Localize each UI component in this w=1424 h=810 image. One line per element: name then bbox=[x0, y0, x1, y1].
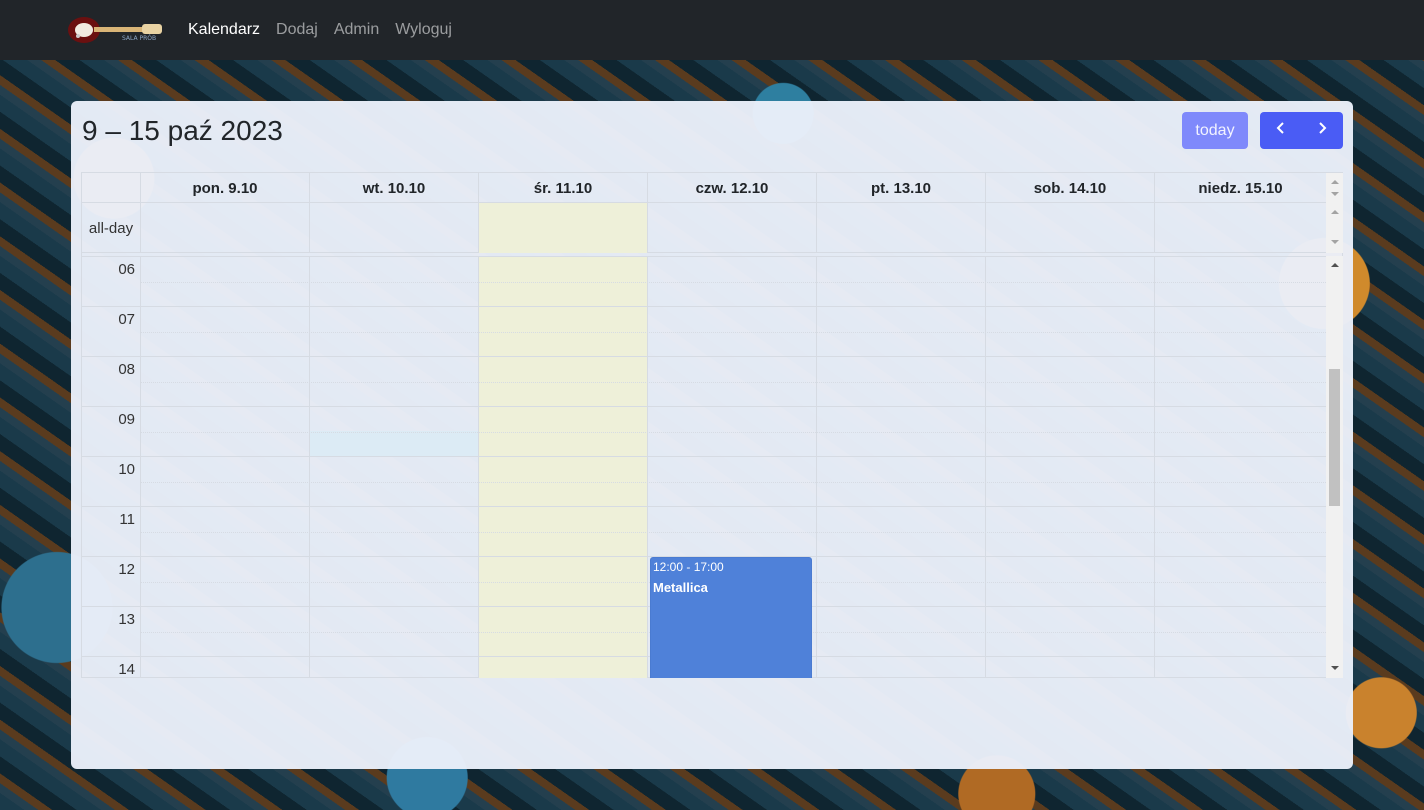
day-header-tue: wt. 10.10 bbox=[309, 173, 478, 203]
allday-cell[interactable] bbox=[140, 203, 309, 253]
allday-label: all-day bbox=[88, 219, 134, 237]
hour-label: 12 bbox=[118, 561, 135, 578]
allday-cell[interactable] bbox=[309, 203, 478, 253]
prev-button[interactable] bbox=[1260, 112, 1302, 149]
hour-line bbox=[82, 506, 1326, 507]
calendar-title: 9 – 15 paź 2023 bbox=[82, 115, 283, 146]
day-header-sat: sob. 14.10 bbox=[985, 173, 1154, 203]
nav-button-group bbox=[1260, 112, 1343, 149]
hour-line bbox=[82, 456, 1326, 457]
next-button[interactable] bbox=[1302, 112, 1344, 149]
day-column[interactable] bbox=[1154, 257, 1326, 678]
half-hour-line bbox=[140, 432, 1326, 433]
day-column-today[interactable] bbox=[478, 257, 647, 678]
event-time: 12:00 - 17:00 bbox=[653, 560, 724, 574]
half-hour-line bbox=[140, 332, 1326, 333]
nav-links: Kalendarz Dodaj Admin Wyloguj bbox=[188, 0, 452, 60]
hour-label: 13 bbox=[118, 611, 135, 628]
hour-line bbox=[82, 356, 1326, 357]
week-grid: pon. 9.10 wt. 10.10 śr. 11.10 czw. 12.10… bbox=[81, 172, 1343, 678]
day-header-mon: pon. 9.10 bbox=[140, 173, 309, 203]
day-header-fri: pt. 13.10 bbox=[816, 173, 985, 203]
hour-label: 06 bbox=[118, 261, 135, 278]
calendar-card: 9 – 15 paź 2023 today pon. 9.10 wt. 10.1… bbox=[71, 101, 1353, 769]
day-header-wed: śr. 11.10 bbox=[478, 173, 647, 203]
allday-cell[interactable] bbox=[1154, 203, 1326, 253]
nav-link-dodaj[interactable]: Dodaj bbox=[276, 21, 318, 39]
hour-label: 07 bbox=[118, 311, 135, 328]
hour-line bbox=[82, 306, 1326, 307]
scroll-down-icon[interactable] bbox=[1326, 235, 1343, 249]
slot-highlight bbox=[310, 431, 478, 456]
hour-line bbox=[82, 406, 1326, 407]
day-column[interactable] bbox=[816, 257, 985, 678]
day-column[interactable] bbox=[140, 257, 309, 678]
guitar-logo[interactable]: SALA PRÓB bbox=[64, 12, 166, 48]
event-title: Metallica bbox=[653, 580, 708, 595]
hour-label: 11 bbox=[119, 511, 135, 528]
day-header-thu: czw. 12.10 bbox=[647, 173, 816, 203]
chevron-left-icon bbox=[1274, 121, 1288, 140]
allday-row: all-day bbox=[82, 203, 1326, 253]
half-hour-line bbox=[140, 282, 1326, 283]
half-hour-line bbox=[140, 382, 1326, 383]
time-grid-body[interactable]: 06 07 08 09 10 11 12 13 14 12:00 - 17:00… bbox=[82, 256, 1326, 678]
hour-label: 14 bbox=[118, 661, 135, 678]
day-header-sun: niedz. 15.10 bbox=[1154, 173, 1326, 203]
half-hour-line bbox=[140, 532, 1326, 533]
scroll-up-icon[interactable] bbox=[1326, 258, 1343, 272]
scroll-up-icon[interactable] bbox=[1326, 205, 1343, 219]
body-scrollbar[interactable] bbox=[1326, 256, 1343, 678]
hour-label: 09 bbox=[118, 411, 135, 428]
scrollbar-thumb[interactable] bbox=[1329, 369, 1340, 506]
scroll-down-icon[interactable] bbox=[1326, 661, 1343, 675]
allday-cell[interactable] bbox=[647, 203, 816, 253]
allday-cell[interactable] bbox=[816, 203, 985, 253]
day-column[interactable] bbox=[985, 257, 1154, 678]
logo-caption: SALA PRÓB bbox=[122, 35, 157, 42]
day-column[interactable] bbox=[309, 257, 478, 678]
calendar-event[interactable]: 12:00 - 17:00 Metallica bbox=[650, 557, 812, 678]
allday-cell[interactable] bbox=[985, 203, 1154, 253]
today-button[interactable]: today bbox=[1182, 112, 1248, 149]
hour-label: 08 bbox=[118, 361, 135, 378]
chevron-right-icon bbox=[1315, 121, 1329, 140]
nav-link-wyloguj[interactable]: Wyloguj bbox=[395, 21, 452, 39]
scroll-down-icon[interactable] bbox=[1326, 187, 1343, 201]
navbar: SALA PRÓB Kalendarz Dodaj Admin Wyloguj bbox=[0, 0, 1424, 60]
allday-cell-today[interactable] bbox=[478, 203, 647, 253]
nav-link-kalendarz[interactable]: Kalendarz bbox=[188, 21, 260, 39]
header-scrollbar[interactable] bbox=[1326, 173, 1343, 253]
day-header-row: pon. 9.10 wt. 10.10 śr. 11.10 czw. 12.10… bbox=[82, 173, 1326, 203]
half-hour-line bbox=[140, 482, 1326, 483]
hour-label: 10 bbox=[118, 461, 135, 478]
nav-link-admin[interactable]: Admin bbox=[334, 21, 379, 39]
